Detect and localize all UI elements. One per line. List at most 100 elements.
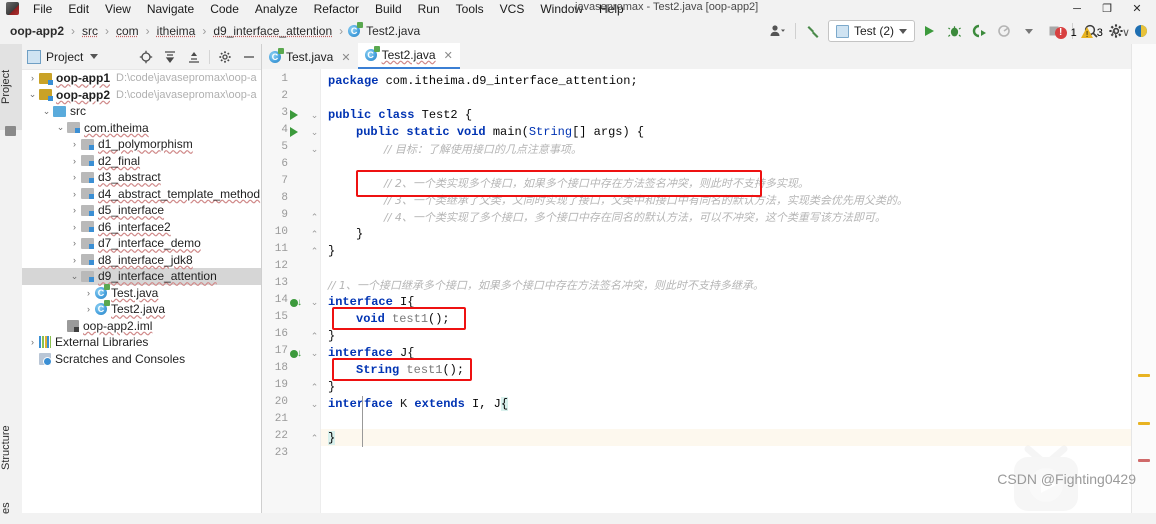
debug-icon[interactable] [943,20,965,42]
code-fold-icon[interactable]: ⌄ [310,111,319,120]
menu-bar[interactable]: File Edit View Navigate Code Analyze Ref… [25,0,632,18]
user-avatar-icon[interactable] [766,20,788,42]
locate-icon[interactable] [134,46,158,68]
menu-file[interactable]: File [25,0,60,18]
editor-tabs[interactable]: C Test.java ✕ C Test2.java ✕ [262,43,1156,70]
code-line[interactable]: } [328,328,335,345]
tree-node[interactable]: ⌄ oop-app2 D:\code\javasepromax\oop-a [22,87,261,104]
code-line[interactable]: // 1、一个接口继承多个接口，如果多个接口中存在方法签名冲突，则此时不支持多继… [328,277,764,294]
ide-branding-icon[interactable] [1130,20,1152,42]
tool-window-tab-project[interactable]: Project [0,44,22,130]
run-coverage-icon[interactable] [968,20,990,42]
chevron-down-icon[interactable]: ⌄ [26,89,39,100]
run-configuration-selector[interactable]: Test (2) [827,20,915,42]
tree-node[interactable]: › d1_polymorphism [22,136,261,153]
tree-node[interactable]: › d7_interface_demo [22,235,261,252]
code-line[interactable]: } [328,226,363,243]
chevron-right-icon[interactable]: › [82,304,95,314]
breadcrumb-item-src[interactable]: src [80,24,100,38]
close-icon[interactable]: ✕ [341,51,350,64]
code-fold-icon[interactable]: ⌄ [310,145,319,154]
breadcrumb-item-itheima[interactable]: itheima [155,24,198,38]
error-marker[interactable] [1138,459,1150,462]
code-fold-icon[interactable]: ⌃ [310,332,319,341]
chevron-right-icon[interactable]: › [68,172,81,182]
code-line[interactable]: } [328,430,336,447]
chevron-right-icon[interactable]: › [68,255,81,265]
tree-node[interactable]: ⌄ com.itheima [22,120,261,137]
tree-node[interactable]: › d5_interface [22,202,261,219]
tool-window-tab-favorites[interactable]: es [0,492,22,524]
chevron-right-icon[interactable]: › [68,238,81,248]
editor-marker-bar[interactable] [1131,44,1156,513]
code-fold-icon[interactable]: ⌄ [310,298,319,307]
code-fold-icon[interactable]: ⌃ [310,230,319,239]
breadcrumb[interactable]: oop-app2 › src › com › itheima › d9_inte… [8,18,422,44]
code-line[interactable]: package com.itheima.d9_interface_attenti… [328,73,638,90]
minimize-button[interactable]: ─ [1062,0,1092,17]
code-line[interactable]: } [328,379,335,396]
chevron-right-icon[interactable]: › [68,189,81,199]
tree-node[interactable]: › oop-app1 D:\code\javasepromax\oop-a [22,70,261,87]
expand-all-icon[interactable] [158,46,182,68]
chevron-right-icon[interactable]: › [68,205,81,215]
breadcrumb-item-com[interactable]: com [114,24,141,38]
breadcrumb-item-file[interactable]: C Test2.java [348,22,422,38]
code-fold-icon[interactable]: ⌃ [310,247,319,256]
menu-navigate[interactable]: Navigate [139,0,202,18]
chevron-right-icon[interactable]: › [68,156,81,166]
chevron-right-icon[interactable]: › [54,321,67,331]
code-fold-icon[interactable]: ⌄ [310,128,319,137]
run-icon[interactable] [918,20,940,42]
chevron-right-icon[interactable]: › [68,222,81,232]
code-fold-icon[interactable]: ⌃ [310,383,319,392]
tree-node[interactable]: › Scratches and Consoles [22,351,261,368]
code-fold-icon[interactable]: ⌃ [310,213,319,222]
code-line[interactable]: public class Test2 { [328,107,472,124]
menu-edit[interactable]: Edit [60,0,97,18]
menu-refactor[interactable]: Refactor [306,0,367,18]
hide-icon[interactable] [237,46,261,68]
chevron-right-icon[interactable]: › [26,337,39,347]
warning-marker[interactable] [1138,374,1150,377]
menu-code[interactable]: Code [202,0,247,18]
code-fold-icon[interactable]: ⌃ [310,434,319,443]
chevron-down-icon[interactable]: ⌄ [54,122,67,133]
chevron-right-icon[interactable]: › [68,139,81,149]
project-panel-title[interactable]: Project [27,49,99,64]
close-button[interactable]: ✕ [1122,0,1152,17]
menu-tools[interactable]: Tools [448,0,492,18]
code-line[interactable]: } [328,243,335,260]
project-tree[interactable]: › oop-app1 D:\code\javasepromax\oop-a ⌄ oop-… [22,70,261,513]
code-line[interactable]: // 目标：了解使用接口的几点注意事项。 [328,141,582,158]
settings-gear-icon[interactable] [213,46,237,68]
code-line[interactable]: interface K extends I, J{ [328,396,509,413]
collapse-all-icon[interactable] [182,46,206,68]
close-icon[interactable]: ✕ [444,49,453,62]
tool-window-tab-structure[interactable]: Structure [0,404,22,492]
chevron-right-icon[interactable]: › [26,73,39,83]
tree-node[interactable]: › d2_final [22,153,261,170]
tree-node[interactable]: ⌄ d9_interface_attention [22,268,261,285]
prev-problem-icon[interactable]: ∧ [1107,26,1118,39]
code-line[interactable]: // 4、一个类实现了多个接口，多个接口中存在同名的默认方法，可以不冲突，这个类… [328,209,886,226]
run-icon[interactable] [290,110,298,120]
tree-node[interactable]: › d4_abstract_template_method [22,186,261,203]
menu-vcs[interactable]: VCS [492,0,533,18]
menu-build[interactable]: Build [367,0,410,18]
menu-analyze[interactable]: Analyze [247,0,306,18]
maximize-button[interactable]: ❐ [1092,0,1122,17]
chevron-down-icon[interactable] [1018,20,1040,42]
tree-node[interactable]: › d8_interface_jdk8 [22,252,261,269]
tree-node[interactable]: › d3_abstract [22,169,261,186]
warning-marker[interactable] [1138,422,1150,425]
chevron-down-icon[interactable]: ⌄ [68,271,81,282]
window-controls[interactable]: ─ ❐ ✕ [1062,0,1152,17]
tree-node[interactable]: ⌄ src [22,103,261,120]
profile-icon[interactable] [993,20,1015,42]
menu-run[interactable]: Run [410,0,448,18]
editor-gutter[interactable]: 1 2 3 4 5 6 7 8 9 10 11 12 13 14 15 16 17 18 19 20 21 22 23 ↓ ↓ ⌄… [262,69,321,513]
inspection-widget[interactable]: ! 1 ! 3 ∧ ∨ [1054,26,1130,39]
editor-tab-test-java[interactable]: C Test.java ✕ [262,45,358,69]
tree-node[interactable]: › d6_interface2 [22,219,261,236]
